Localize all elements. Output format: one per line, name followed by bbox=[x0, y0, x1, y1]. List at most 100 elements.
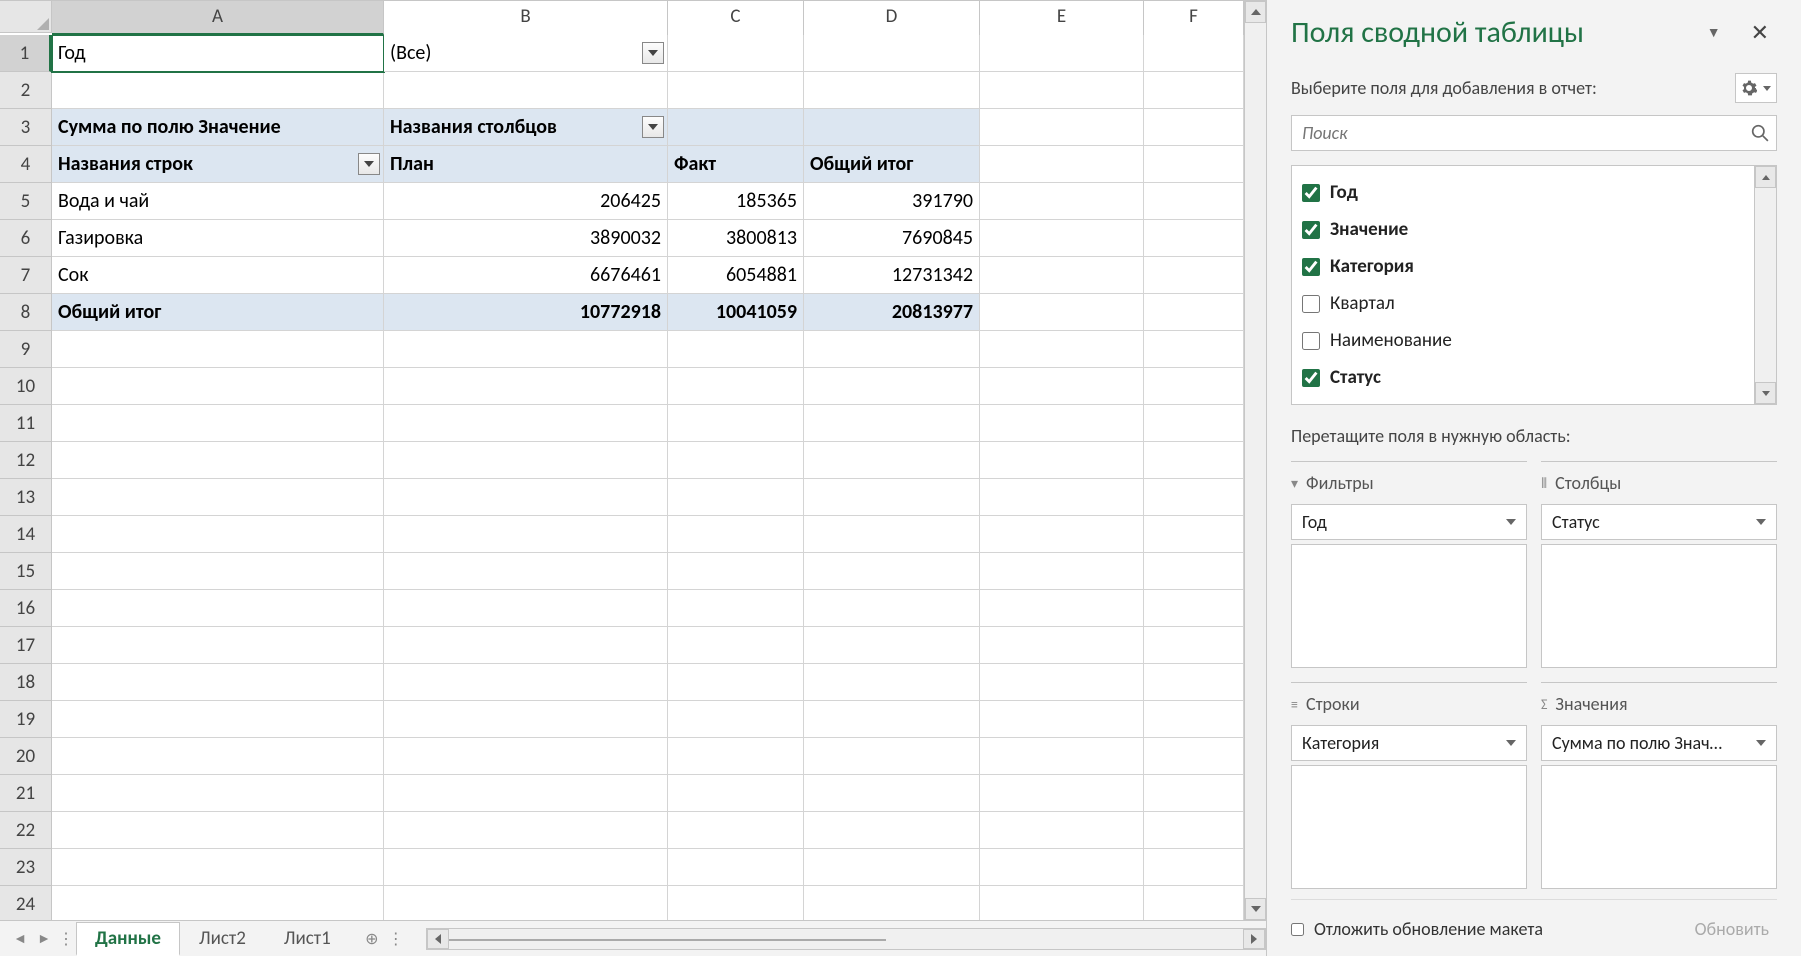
row-header-16[interactable]: 16 bbox=[0, 590, 51, 627]
cell-F19[interactable] bbox=[1144, 701, 1244, 738]
cell-F3[interactable] bbox=[1144, 109, 1244, 146]
cell-F7[interactable] bbox=[1144, 257, 1244, 294]
area-columns-drop[interactable] bbox=[1541, 544, 1777, 668]
cell-B2[interactable] bbox=[384, 72, 668, 109]
cell-F22[interactable] bbox=[1144, 812, 1244, 849]
cell-B17[interactable] bbox=[384, 627, 668, 664]
cell-D15[interactable] bbox=[804, 553, 980, 590]
cell-E24[interactable] bbox=[980, 886, 1144, 920]
cell-E1[interactable] bbox=[980, 35, 1144, 72]
cell-D24[interactable] bbox=[804, 886, 980, 920]
column-header-B[interactable]: B bbox=[384, 1, 668, 35]
row-header-5[interactable]: 5 bbox=[0, 183, 51, 220]
pivot-row-2[interactable]: Сок bbox=[52, 257, 384, 294]
update-button[interactable]: Обновить bbox=[1687, 914, 1777, 944]
cell-A18[interactable] bbox=[52, 664, 384, 701]
cell-D6[interactable]: 7690845 bbox=[804, 220, 980, 257]
cell-A21[interactable] bbox=[52, 775, 384, 812]
cell-E16[interactable] bbox=[980, 590, 1144, 627]
cell-A22[interactable] bbox=[52, 812, 384, 849]
row-header-24[interactable]: 24 bbox=[0, 886, 51, 920]
field-checkbox-Год[interactable] bbox=[1302, 184, 1320, 202]
row-header-19[interactable]: 19 bbox=[0, 701, 51, 738]
cell-B20[interactable] bbox=[384, 738, 668, 775]
cell-D1[interactable] bbox=[804, 35, 980, 72]
cell-E20[interactable] bbox=[980, 738, 1144, 775]
cell-C12[interactable] bbox=[668, 442, 804, 479]
fieldlist-scrollbar[interactable] bbox=[1754, 166, 1776, 404]
cell-C21[interactable] bbox=[668, 775, 804, 812]
scroll-down-icon[interactable] bbox=[1245, 898, 1266, 920]
cell-A23[interactable] bbox=[52, 849, 384, 886]
cell-E18[interactable] bbox=[980, 664, 1144, 701]
row-header-2[interactable]: 2 bbox=[0, 72, 51, 109]
row-header-13[interactable]: 13 bbox=[0, 479, 51, 516]
cell-D10[interactable] bbox=[804, 368, 980, 405]
vertical-scrollbar[interactable] bbox=[1244, 1, 1266, 920]
field-Наименование[interactable]: Наименование bbox=[1298, 322, 1770, 359]
cell-D23[interactable] bbox=[804, 849, 980, 886]
field-checkbox-Статус[interactable] bbox=[1302, 369, 1320, 387]
cell-F6[interactable] bbox=[1144, 220, 1244, 257]
cell-E5[interactable] bbox=[980, 183, 1144, 220]
cell-E4[interactable] bbox=[980, 146, 1144, 183]
cell-B23[interactable] bbox=[384, 849, 668, 886]
cell-E6[interactable] bbox=[980, 220, 1144, 257]
cell-D13[interactable] bbox=[804, 479, 980, 516]
field-chip-filters-0[interactable]: Год bbox=[1291, 504, 1527, 540]
cell-F17[interactable] bbox=[1144, 627, 1244, 664]
cell-D5[interactable]: 391790 bbox=[804, 183, 980, 220]
cell-B18[interactable] bbox=[384, 664, 668, 701]
pivot-row-field-label[interactable]: Названия строк bbox=[52, 146, 384, 183]
cell-E15[interactable] bbox=[980, 553, 1144, 590]
cell-D18[interactable] bbox=[804, 664, 980, 701]
cell-A13[interactable] bbox=[52, 479, 384, 516]
cell-C3[interactable] bbox=[668, 109, 804, 146]
row-header-1[interactable]: 1 bbox=[0, 35, 51, 72]
pivot-filter-value[interactable]: (Все) bbox=[384, 35, 668, 72]
defer-update-input[interactable] bbox=[1291, 923, 1304, 936]
cell-C7[interactable]: 6054881 bbox=[668, 257, 804, 294]
cell-E7[interactable] bbox=[980, 257, 1144, 294]
cell-E13[interactable] bbox=[980, 479, 1144, 516]
cell-D12[interactable] bbox=[804, 442, 980, 479]
row-header-6[interactable]: 6 bbox=[0, 220, 51, 257]
cell-C5[interactable]: 185365 bbox=[668, 183, 804, 220]
hscroll-thumb[interactable] bbox=[449, 939, 886, 941]
pivot-row-0[interactable]: Вода и чай bbox=[52, 183, 384, 220]
cell-F9[interactable] bbox=[1144, 331, 1244, 368]
area-rows[interactable]: ≡Строки Категория bbox=[1291, 682, 1527, 889]
cell-C14[interactable] bbox=[668, 516, 804, 553]
cell-C8[interactable]: 10041059 bbox=[668, 294, 804, 331]
pivot-col-plan[interactable]: План bbox=[384, 146, 668, 183]
cell-A2[interactable] bbox=[52, 72, 384, 109]
cell-F15[interactable] bbox=[1144, 553, 1244, 590]
row-header-9[interactable]: 9 bbox=[0, 331, 51, 368]
field-checkbox-Наименование[interactable] bbox=[1302, 332, 1320, 350]
cell-D21[interactable] bbox=[804, 775, 980, 812]
dropdown-icon[interactable] bbox=[642, 116, 664, 138]
row-header-22[interactable]: 22 bbox=[0, 812, 51, 849]
cell-F10[interactable] bbox=[1144, 368, 1244, 405]
area-filters[interactable]: ▾Фильтры Год bbox=[1291, 461, 1527, 668]
cell-D19[interactable] bbox=[804, 701, 980, 738]
row-header-11[interactable]: 11 bbox=[0, 405, 51, 442]
pivot-row-1[interactable]: Газировка bbox=[52, 220, 384, 257]
dropdown-icon[interactable] bbox=[358, 153, 380, 175]
row-header-12[interactable]: 12 bbox=[0, 442, 51, 479]
cell-C6[interactable]: 3800813 bbox=[668, 220, 804, 257]
cell-C10[interactable] bbox=[668, 368, 804, 405]
cell-F11[interactable] bbox=[1144, 405, 1244, 442]
cell-B21[interactable] bbox=[384, 775, 668, 812]
pivot-col-fact[interactable]: Факт bbox=[668, 146, 804, 183]
field-Год[interactable]: Год bbox=[1298, 174, 1770, 211]
cell-D22[interactable] bbox=[804, 812, 980, 849]
cell-C1[interactable] bbox=[668, 35, 804, 72]
row-header-7[interactable]: 7 bbox=[0, 257, 51, 294]
cell-F8[interactable] bbox=[1144, 294, 1244, 331]
fieldlist-scroll-down-icon[interactable] bbox=[1755, 382, 1776, 404]
horizontal-scrollbar[interactable] bbox=[426, 928, 1266, 950]
cell-C17[interactable] bbox=[668, 627, 804, 664]
cell-D8[interactable]: 20813977 bbox=[804, 294, 980, 331]
pivot-data-field-label[interactable]: Сумма по полю Значение bbox=[52, 109, 384, 146]
